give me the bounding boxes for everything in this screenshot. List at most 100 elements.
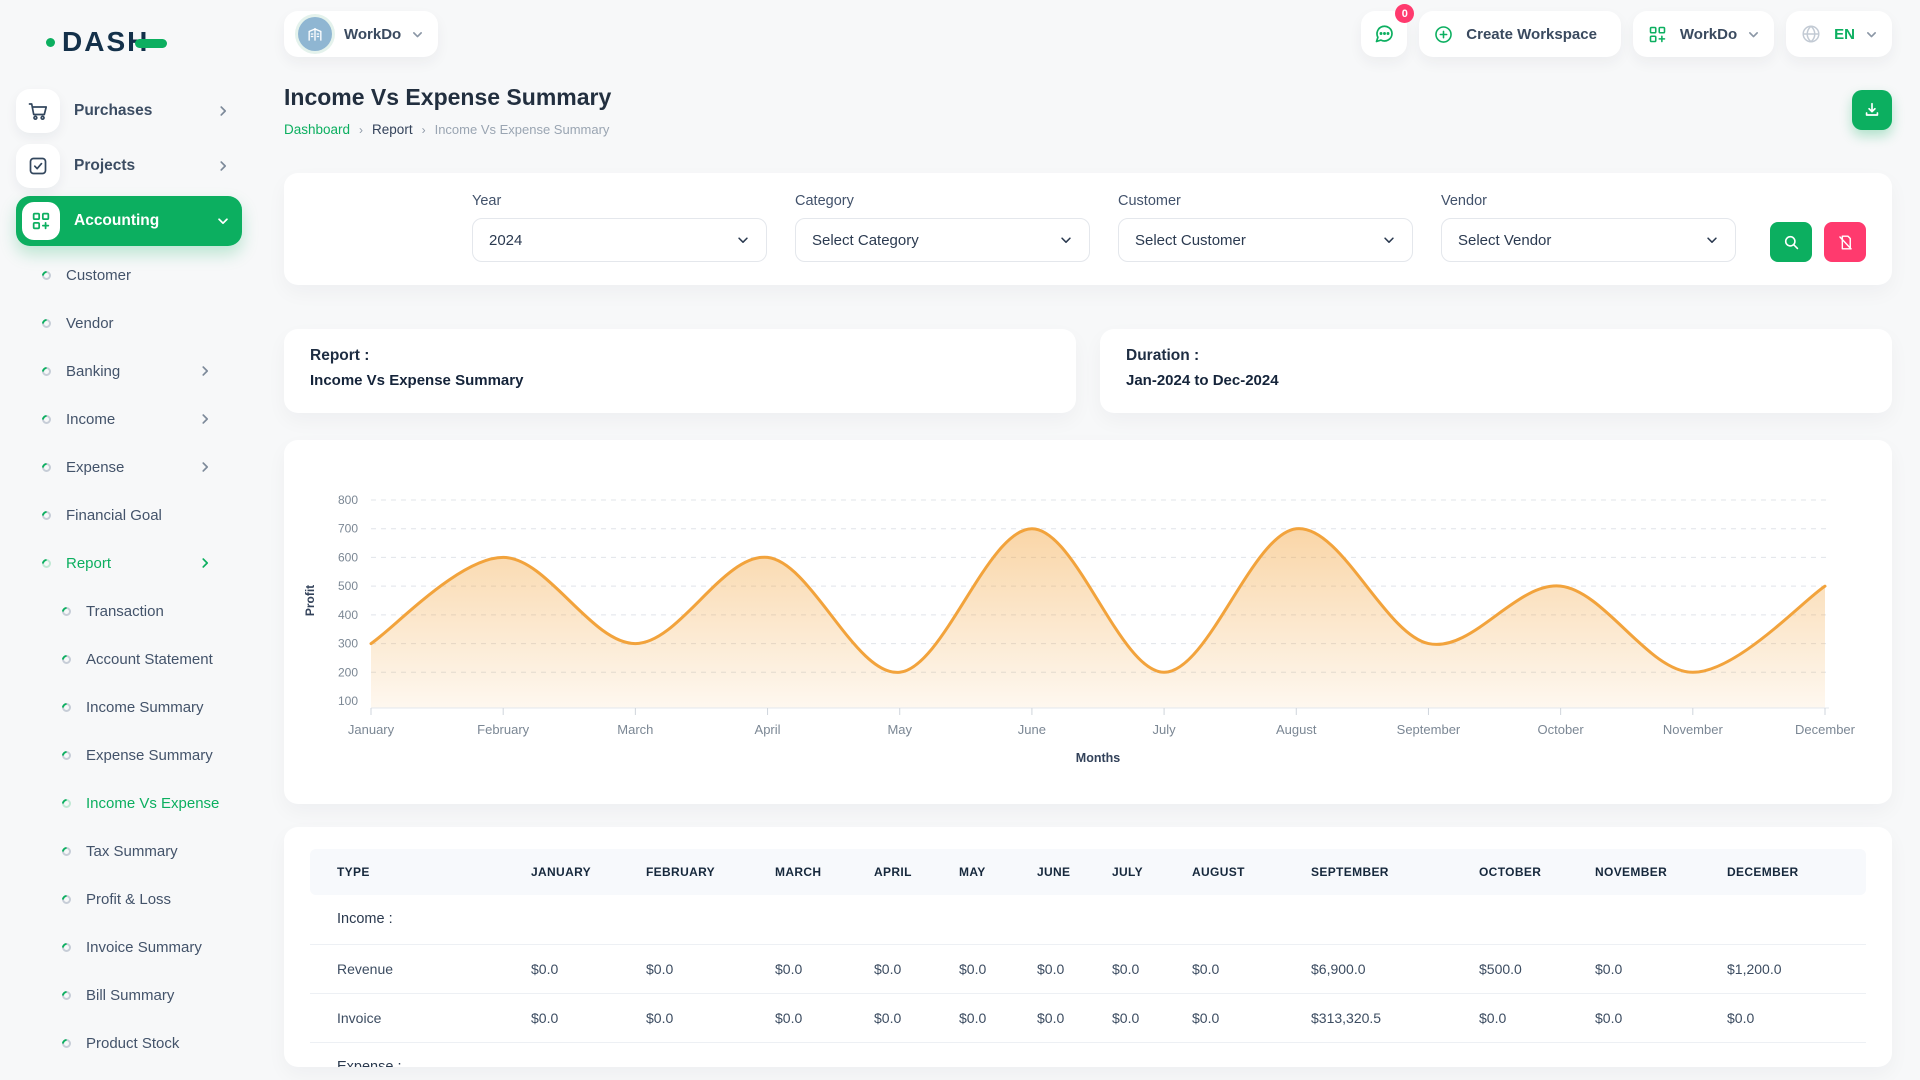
sidebar-item-label: Account Statement [86, 651, 213, 668]
customer-label: Customer [1118, 193, 1413, 209]
x-tick-label: December [1795, 722, 1856, 737]
modules-grid-icon [22, 202, 60, 240]
sidebar-item-label: Projects [74, 157, 135, 175]
column-header-april: APRIL [874, 849, 959, 895]
sidebar-item-label: Banking [66, 363, 120, 380]
cell-value: $0.0 [1037, 993, 1112, 1042]
x-tick-label: June [1018, 722, 1046, 737]
messages-badge: 0 [1395, 4, 1414, 23]
cell-value: $0.0 [874, 944, 959, 993]
sidebar-item-banking[interactable]: Banking [16, 347, 242, 395]
workspace-switcher[interactable]: WorkDo [1633, 11, 1774, 57]
bullet-icon [60, 797, 73, 810]
clipboard-slash-icon [1836, 233, 1855, 252]
sidebar-item-income-vs-expense[interactable]: Income Vs Expense [16, 779, 242, 827]
bullet-icon [40, 269, 53, 282]
page-head: Income Vs Expense Summary Dashboard › Re… [284, 84, 1892, 137]
language-selector[interactable]: EN [1786, 11, 1892, 57]
sidebar-item-financial-goal[interactable]: Financial Goal [16, 491, 242, 539]
sidebar-item-label: Product Stock [86, 1035, 179, 1052]
sidebar-item-income[interactable]: Income [16, 395, 242, 443]
x-tick-label: February [477, 722, 530, 737]
category-select[interactable]: Select Category [795, 218, 1090, 262]
breadcrumb-separator: › [359, 123, 363, 137]
chevron-down-icon [1705, 233, 1719, 247]
sidebar-item-customer[interactable]: Customer [16, 251, 242, 299]
bullet-icon [40, 557, 53, 570]
sidebar-item-income-summary[interactable]: Income Summary [16, 683, 242, 731]
year-select[interactable]: 2024 [472, 218, 767, 262]
workspace-name: WorkDo [344, 26, 401, 43]
sidebar-item-product-stock[interactable]: Product Stock [16, 1019, 242, 1067]
customer-select[interactable]: Select Customer [1118, 218, 1413, 262]
sidebar-item-vendor[interactable]: Vendor [16, 299, 242, 347]
bullet-icon [60, 749, 73, 762]
sidebar-item-label: Customer [66, 267, 131, 284]
sidebar-item-expense[interactable]: Expense [16, 443, 242, 491]
x-tick-label: January [348, 722, 395, 737]
chevron-right-icon [216, 159, 230, 173]
column-header-february: FEBRUARY [646, 849, 775, 895]
table-body: Income :Revenue$0.0$0.0$0.0$0.0$0.0$0.0$… [310, 895, 1866, 1067]
cell-value: $0.0 [775, 993, 874, 1042]
chevron-down-icon [1865, 28, 1878, 41]
bullet-icon [40, 413, 53, 426]
reset-filter-button[interactable] [1824, 222, 1866, 262]
bullet-icon [60, 893, 73, 906]
sidebar-item-profit-loss[interactable]: Profit & Loss [16, 875, 242, 923]
workspace-avatar [298, 17, 332, 51]
apply-filter-button[interactable] [1770, 222, 1812, 262]
language-label: EN [1834, 26, 1855, 43]
duration-summary-card: Duration : Jan-2024 to Dec-2024 [1100, 329, 1892, 413]
cell-type: Revenue [310, 944, 531, 993]
bullet-icon [40, 509, 53, 522]
column-header-september: SEPTEMBER [1311, 849, 1479, 895]
globe-icon [1800, 23, 1822, 45]
cell-value: $0.0 [1479, 993, 1595, 1042]
sidebar-item-account-statement[interactable]: Account Statement [16, 635, 242, 683]
cell-value: $0.0 [531, 993, 646, 1042]
chevron-down-icon [1747, 28, 1760, 41]
bullet-icon [60, 653, 73, 666]
bullet-icon [60, 701, 73, 714]
sidebar-item-bill-summary[interactable]: Bill Summary [16, 971, 242, 1019]
bullet-icon [40, 461, 53, 474]
chevron-right-icon [198, 556, 212, 570]
y-tick-label: 300 [338, 637, 358, 651]
create-workspace-button[interactable]: Create Workspace [1419, 11, 1621, 57]
section-label: Income : [310, 895, 1866, 944]
chevron-down-icon [736, 233, 750, 247]
building-icon [305, 24, 325, 44]
sidebar-item-label: Bill Summary [86, 987, 174, 1004]
messages-button[interactable]: 0 [1361, 11, 1407, 57]
vendor-select[interactable]: Select Vendor [1441, 218, 1736, 262]
breadcrumb-report[interactable]: Report [372, 122, 413, 137]
cell-value: $0.0 [531, 944, 646, 993]
profit-chart-card: 100200300400500600700800JanuaryFebruaryM… [284, 440, 1892, 804]
chevron-down-icon [1382, 233, 1396, 247]
sidebar-item-transaction[interactable]: Transaction [16, 587, 242, 635]
sidebar-item-tax-summary[interactable]: Tax Summary [16, 827, 242, 875]
y-tick-label: 700 [338, 522, 358, 536]
download-report-button[interactable] [1852, 90, 1892, 130]
sidebar-item-purchases[interactable]: Purchases [16, 86, 242, 136]
sidebar-item-accounting[interactable]: Accounting [16, 196, 242, 246]
workspace-selector[interactable]: WorkDo [284, 11, 438, 57]
duration-label: Duration : [1126, 347, 1866, 365]
chat-icon [1372, 22, 1396, 46]
table-row-revenue: Revenue$0.0$0.0$0.0$0.0$0.0$0.0$0.0$0.0$… [310, 944, 1866, 993]
sidebar-item-invoice-summary[interactable]: Invoice Summary [16, 923, 242, 971]
x-tick-label: August [1276, 722, 1317, 737]
cell-value: $0.0 [1595, 993, 1727, 1042]
sidebar-item-expense-summary[interactable]: Expense Summary [16, 731, 242, 779]
modules-grid-icon [1647, 24, 1668, 45]
sidebar-item-report[interactable]: Report [16, 539, 242, 587]
breadcrumb-dashboard[interactable]: Dashboard [284, 122, 350, 137]
dash-logo: DASH [46, 22, 242, 62]
table-row-invoice: Invoice$0.0$0.0$0.0$0.0$0.0$0.0$0.0$0.0$… [310, 993, 1866, 1042]
sidebar-item-cash-flow[interactable]: Cash Flow [16, 1067, 242, 1080]
search-icon [1782, 233, 1801, 252]
x-axis-title: Months [1076, 751, 1120, 765]
sidebar-item-label: Purchases [74, 102, 152, 120]
sidebar-item-projects[interactable]: Projects [16, 141, 242, 191]
